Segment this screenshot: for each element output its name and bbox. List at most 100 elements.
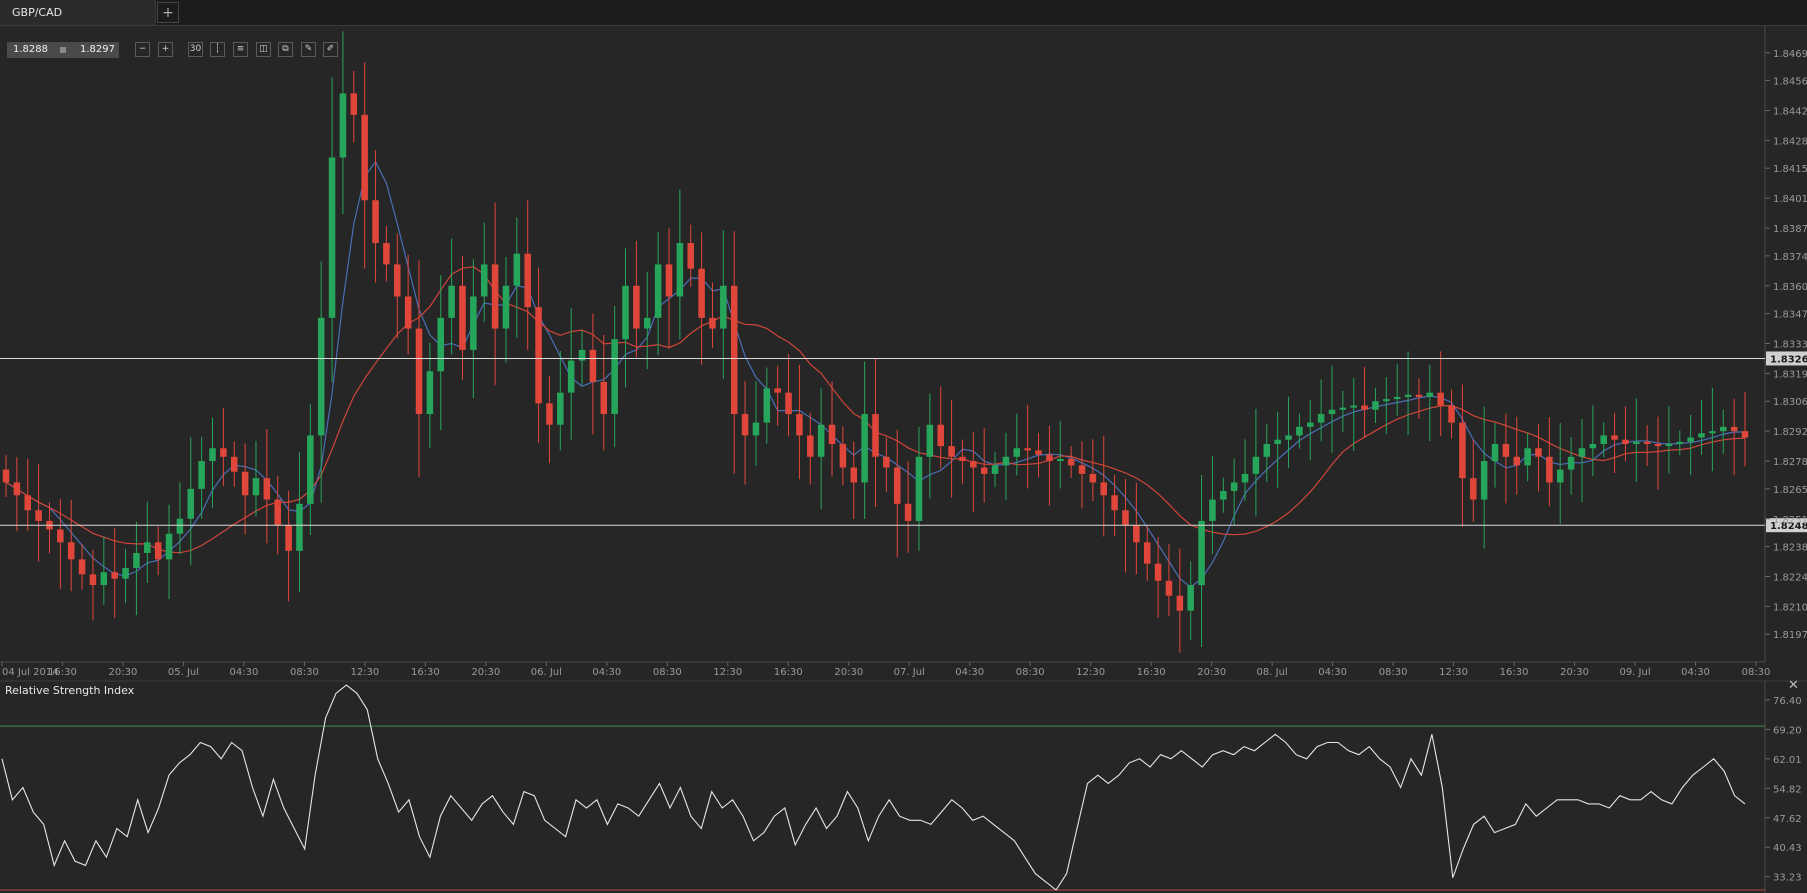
price-chart[interactable]: 1.83261.8248 1.84691.84561.84421.84281.8… [0, 0, 1807, 680]
candle-body[interactable] [1448, 405, 1455, 423]
candle-body[interactable] [328, 157, 336, 318]
candle-body[interactable] [807, 435, 814, 457]
candle-body[interactable] [741, 414, 749, 436]
candle-body[interactable] [850, 467, 858, 483]
candle-body[interactable] [720, 285, 727, 329]
candle-body[interactable] [1165, 580, 1173, 596]
candle-body[interactable] [1089, 473, 1097, 483]
candle-body[interactable] [122, 567, 129, 579]
candle-body[interactable] [89, 574, 97, 586]
candle-body[interactable] [426, 371, 434, 415]
candle-body[interactable] [1709, 431, 1716, 434]
candle-body[interactable] [78, 559, 86, 575]
candle-body[interactable] [709, 317, 716, 329]
candle-body[interactable] [133, 552, 140, 568]
candle-body[interactable] [307, 435, 314, 504]
candle-body[interactable] [2, 469, 10, 483]
candle-body[interactable] [437, 317, 445, 372]
candle-body[interactable] [13, 482, 21, 496]
candle-body[interactable] [1176, 595, 1184, 611]
candle-body[interactable] [557, 392, 564, 425]
candle-body[interactable] [176, 518, 184, 534]
candle-body[interactable] [1122, 510, 1129, 526]
candle-body[interactable] [959, 456, 966, 462]
candle-body[interactable] [872, 414, 879, 457]
candle-body[interactable] [220, 448, 227, 457]
candle-body[interactable] [915, 456, 923, 521]
candle-body[interactable] [350, 93, 358, 115]
candle-body[interactable] [1502, 443, 1510, 457]
candle-body[interactable] [1643, 441, 1651, 444]
candle-body[interactable] [448, 285, 455, 318]
candle-body[interactable] [67, 542, 75, 560]
candle-body[interactable] [1067, 458, 1075, 466]
candle-body[interactable] [1285, 435, 1292, 440]
candle-body[interactable] [296, 503, 303, 551]
candle-body[interactable] [1611, 435, 1618, 440]
candle-body[interactable] [698, 268, 705, 318]
candle-body[interactable] [1296, 426, 1303, 436]
candle-body[interactable] [263, 478, 271, 500]
candle-body[interactable] [154, 542, 162, 560]
candle-body[interactable] [535, 307, 542, 404]
candle-body[interactable] [470, 296, 477, 350]
candle-body[interactable] [1306, 422, 1314, 427]
candle-body[interactable] [1535, 448, 1542, 457]
candle-body[interactable] [1589, 443, 1597, 449]
candle-body[interactable] [991, 465, 999, 474]
candle-body[interactable] [828, 424, 836, 444]
candle-body[interactable] [861, 414, 868, 483]
candle-body[interactable] [633, 285, 640, 329]
candle-body[interactable] [1252, 456, 1260, 474]
candle-body[interactable] [1209, 499, 1216, 521]
candle-body[interactable] [980, 467, 988, 474]
candle-body[interactable] [502, 285, 510, 329]
candle-body[interactable] [1372, 401, 1379, 410]
candle-body[interactable] [567, 360, 575, 393]
candle-body[interactable] [687, 243, 694, 269]
candle-body[interactable] [1633, 441, 1640, 444]
candle-body[interactable] [1111, 495, 1118, 511]
candle-body[interactable] [546, 403, 553, 425]
candle-body[interactable] [1730, 426, 1738, 432]
candle-body[interactable] [1470, 478, 1477, 500]
candle-body[interactable] [774, 388, 781, 393]
candle-body[interactable] [665, 264, 673, 297]
candle-body[interactable] [1665, 443, 1673, 447]
candle-body[interactable] [241, 471, 249, 496]
candle-body[interactable] [643, 317, 651, 329]
candle-body[interactable] [24, 495, 31, 511]
candle-body[interactable] [1404, 394, 1412, 397]
candle-body[interactable] [35, 510, 42, 521]
candle-body[interactable] [1676, 441, 1684, 444]
candle-body[interactable] [1143, 542, 1151, 564]
candle-body[interactable] [1154, 563, 1162, 581]
candle-body[interactable] [100, 572, 108, 586]
candle-body[interactable] [1459, 422, 1466, 479]
candle-body[interactable] [1556, 469, 1564, 483]
candle-body[interactable] [144, 542, 151, 553]
candle-body[interactable] [1274, 439, 1281, 444]
candle-body[interactable] [1263, 443, 1271, 457]
candle-body[interactable] [1524, 448, 1531, 466]
candle-body[interactable] [1720, 426, 1727, 432]
candle-body[interactable] [1002, 456, 1010, 466]
candle-body[interactable] [1687, 437, 1694, 442]
candle-body[interactable] [1480, 461, 1488, 500]
candle-body[interactable] [578, 349, 586, 361]
candle-body[interactable] [1328, 409, 1336, 415]
candle-body[interactable] [285, 525, 292, 551]
candle-body[interactable] [209, 448, 216, 462]
candle-body[interactable] [1361, 405, 1368, 410]
candle-body[interactable] [1741, 431, 1749, 438]
candle-body[interactable] [926, 424, 934, 457]
candle-body[interactable] [1187, 585, 1194, 611]
candle-body[interactable] [676, 243, 684, 297]
candle-body[interactable] [274, 499, 281, 526]
candle-body[interactable] [611, 339, 618, 415]
candle-body[interactable] [383, 243, 390, 265]
candle-body[interactable] [622, 285, 629, 340]
candle-body[interactable] [785, 392, 792, 415]
candle-body[interactable] [948, 446, 955, 457]
candle-body[interactable] [394, 264, 401, 297]
